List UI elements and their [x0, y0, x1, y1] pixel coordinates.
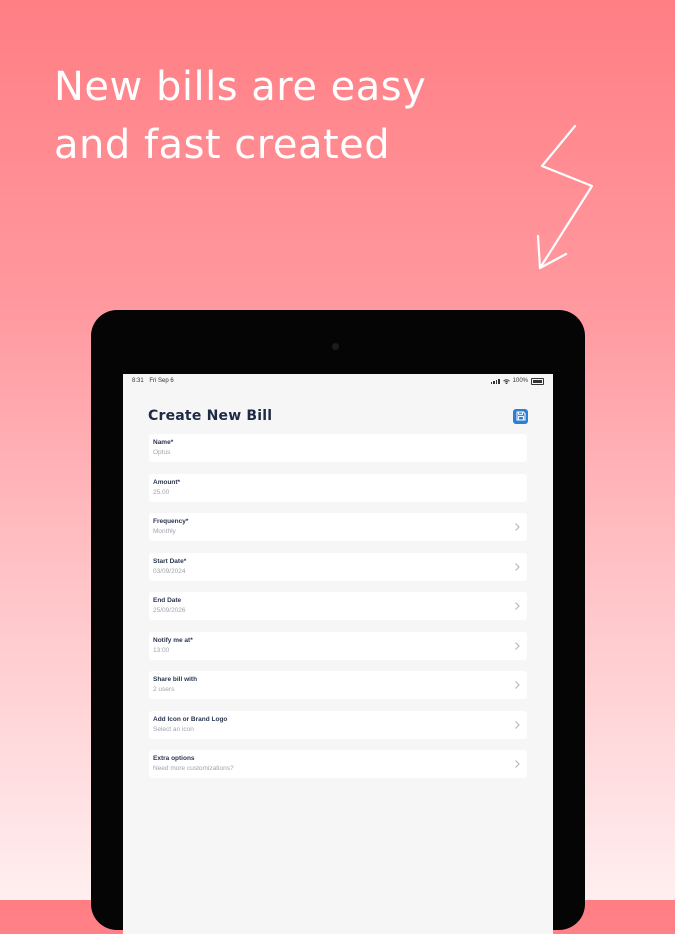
- bill-form: Name* Optus Amount* 25.00 Frequency* Monthly S…: [149, 434, 527, 778]
- battery-percent: 100%: [512, 378, 528, 384]
- field-add-icon-or-brand-logo[interactable]: Add Icon or Brand Logo Select an icon: [149, 710, 527, 739]
- field-share-bill-with[interactable]: Share bill with 2 users: [149, 671, 527, 699]
- field-label: End Date: [153, 597, 182, 604]
- field-frequency[interactable]: Frequency* Monthly: [149, 513, 527, 541]
- field-name[interactable]: Name* Optus: [149, 434, 527, 462]
- field-end-date[interactable]: End Date 25/09/2026: [149, 592, 527, 620]
- save-icon: [516, 411, 525, 421]
- field-label: Share bill with: [153, 676, 198, 683]
- field-value: Need more customizations?: [153, 765, 234, 772]
- field-extra-options[interactable]: Extra options Need more customizations?: [149, 750, 527, 778]
- chevron-right-icon: [515, 562, 520, 571]
- chevron-right-icon: [515, 602, 520, 610]
- promo-headline: New bills are easy and fast created: [54, 58, 426, 174]
- status-bar: 8:31 Fri Sep 6 100%: [123, 374, 553, 388]
- wifi-icon: [502, 378, 510, 384]
- field-value: 03/09/2024: [153, 567, 186, 575]
- page-title: Create New Bill: [148, 408, 273, 424]
- chevron-right-icon: [515, 720, 520, 729]
- headline-line-1: New bills are easy: [54, 64, 427, 110]
- field-amount[interactable]: Amount* 25.00: [149, 473, 527, 502]
- camera-dot: [332, 343, 339, 350]
- chevron-right-icon: [515, 641, 520, 650]
- field-label: Amount*: [153, 478, 181, 486]
- chevron-right-icon: [515, 523, 520, 531]
- field-value: 13:00: [153, 646, 170, 654]
- field-value: 25.00: [153, 488, 170, 496]
- status-time: 8:31: [132, 378, 144, 384]
- status-date: Fri Sep 6: [149, 378, 174, 384]
- battery-icon: [531, 377, 544, 385]
- tablet-frame: 8:31 Fri Sep 6 100% Create New Bill Name…: [91, 310, 585, 934]
- chevron-right-icon: [515, 681, 520, 689]
- field-label: Extra options: [153, 755, 195, 762]
- field-label: Name*: [153, 439, 174, 446]
- field-value: Select an icon: [153, 725, 194, 733]
- field-start-date[interactable]: Start Date* 03/09/2024: [149, 552, 527, 581]
- field-label: Notify me at*: [153, 636, 193, 644]
- headline-line-2: and fast created: [54, 122, 391, 168]
- field-value: 2 users: [153, 686, 175, 693]
- field-value: 25/09/2026: [153, 607, 186, 614]
- field-label: Frequency*: [153, 518, 189, 525]
- field-notify-me-at[interactable]: Notify me at* 13:00: [149, 631, 527, 660]
- signal-icon: [490, 378, 500, 384]
- field-value: Optus: [153, 449, 171, 456]
- screen-header: Create New Bill: [148, 406, 528, 426]
- field-value: Monthly: [153, 528, 176, 535]
- save-button[interactable]: [513, 408, 528, 424]
- field-label: Add Icon or Brand Logo: [153, 715, 228, 723]
- field-label: Start Date*: [153, 557, 187, 565]
- app-screen: 8:31 Fri Sep 6 100% Create New Bill Name…: [123, 374, 553, 934]
- lightning-arrow-icon: [536, 124, 594, 270]
- chevron-right-icon: [515, 760, 520, 768]
